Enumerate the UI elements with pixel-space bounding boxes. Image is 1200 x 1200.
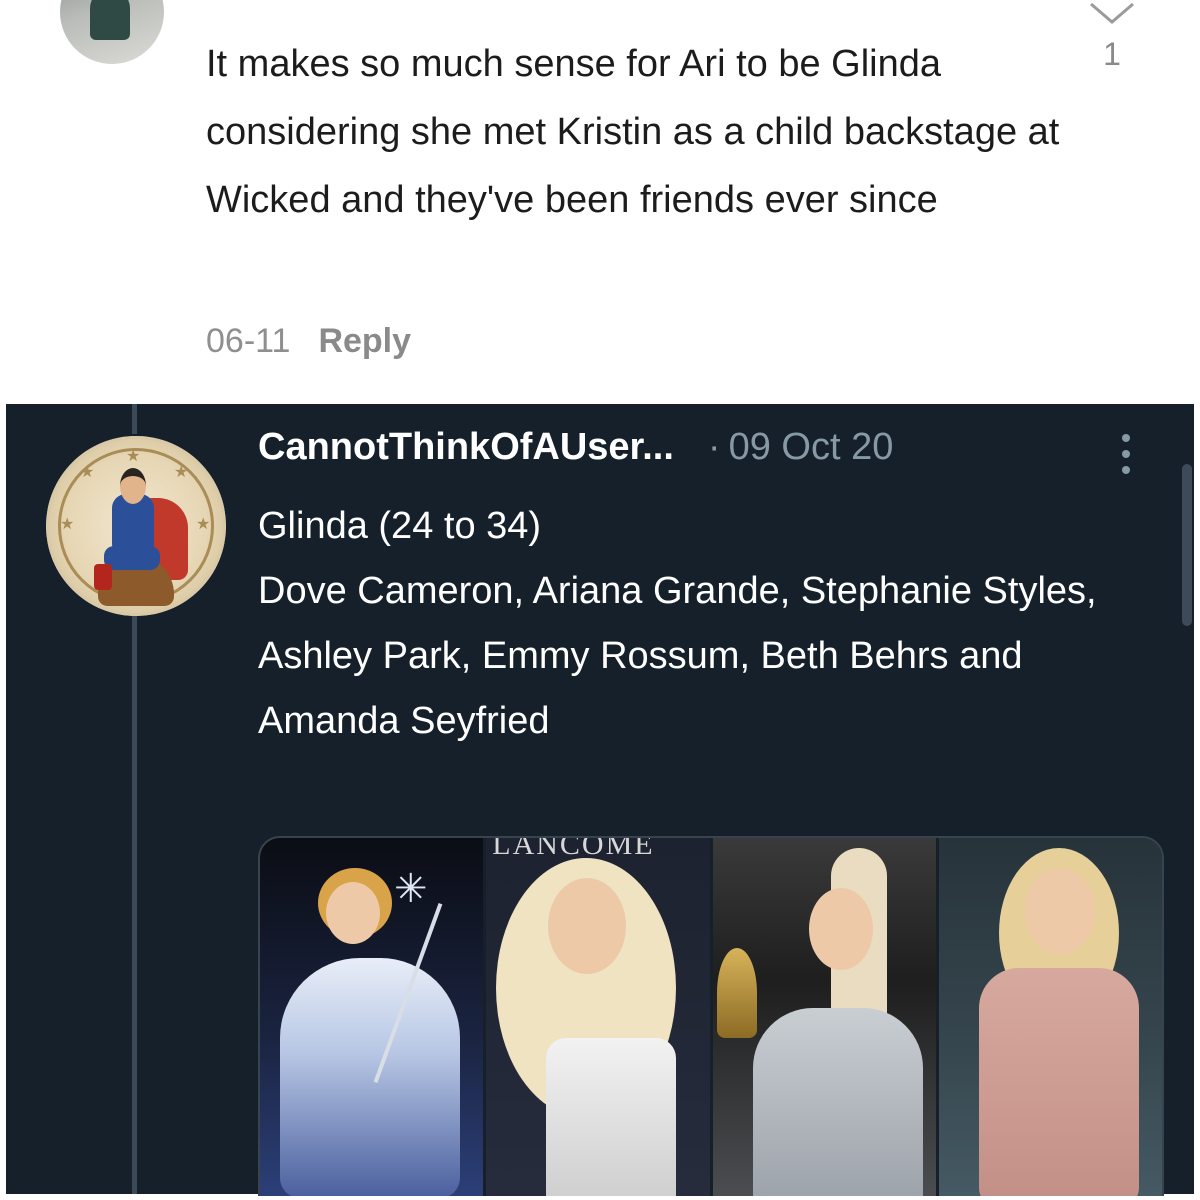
more-options-icon[interactable] <box>1114 434 1138 482</box>
media-photo-1[interactable]: ✳ <box>260 838 484 1196</box>
tweet-text: Glinda (24 to 34) Dove Cameron, Ariana G… <box>258 494 1138 754</box>
photo-face-shape <box>326 882 380 944</box>
like-count: 1 <box>1103 36 1121 72</box>
media-photo-2[interactable]: LANCOME <box>486 838 710 1196</box>
star-icon: ★ <box>80 464 95 481</box>
tweet-card: ★ ★ ★ ★ ★ CannotThinkOfAUser... · 09 Oct… <box>6 404 1194 1196</box>
star-icon: ★ <box>196 516 211 533</box>
tweet-body: Dove Cameron, Ariana Grande, Stephanie S… <box>258 570 1097 742</box>
photo-gown-shape <box>978 968 1139 1196</box>
scrollbar[interactable] <box>1182 464 1192 626</box>
photo-face-shape <box>1024 868 1095 954</box>
reply-button[interactable]: Reply <box>318 322 411 361</box>
photo-gown-shape <box>752 1008 923 1196</box>
trophy-icon <box>716 948 757 1038</box>
tweet-header: CannotThinkOfAUser... · 09 Oct 20 <box>258 426 893 469</box>
comment-meta: 06-11 Reply <box>206 322 411 361</box>
chevron-down-icon[interactable] <box>1087 0 1137 26</box>
like-control[interactable]: 1 <box>1082 0 1142 73</box>
commenter-avatar[interactable] <box>60 0 164 64</box>
dot <box>1122 466 1130 474</box>
photo-face-shape <box>548 878 627 974</box>
media-photo-3[interactable] <box>712 838 936 1196</box>
avatar-face-shape <box>120 468 146 504</box>
thread-line-top <box>132 404 137 434</box>
star-icon: ★ <box>174 464 189 481</box>
thread-line-bottom <box>132 614 137 1194</box>
tweet-title-line: Glinda (24 to 34) <box>258 505 542 547</box>
star-icon: ★ <box>60 516 75 533</box>
header-separator: · <box>707 426 721 468</box>
avatar-boot-shape <box>94 564 112 590</box>
avatar-body-shape <box>90 0 130 40</box>
sparkle-icon: ✳ <box>394 867 428 911</box>
comment-date: 06-11 <box>206 322 291 360</box>
tweet-date[interactable]: 09 Oct 20 <box>729 426 894 469</box>
photo-dress-shape <box>546 1038 677 1196</box>
tweet-media-grid[interactable]: ✳ LANCOME <box>258 836 1164 1196</box>
top-comment: It makes so much sense for Ari to be Gli… <box>0 0 1200 400</box>
comment-text: It makes so much sense for Ari to be Gli… <box>206 43 1060 221</box>
dot <box>1122 434 1130 442</box>
dot <box>1122 450 1130 458</box>
photo-gown-shape <box>280 958 460 1196</box>
photo-face-shape <box>808 888 873 970</box>
author-display-name[interactable]: CannotThinkOfAUser... <box>258 426 674 469</box>
tweet-author-avatar[interactable]: ★ ★ ★ ★ ★ <box>46 436 226 616</box>
star-icon: ★ <box>126 448 141 465</box>
media-photo-4[interactable] <box>938 838 1162 1196</box>
